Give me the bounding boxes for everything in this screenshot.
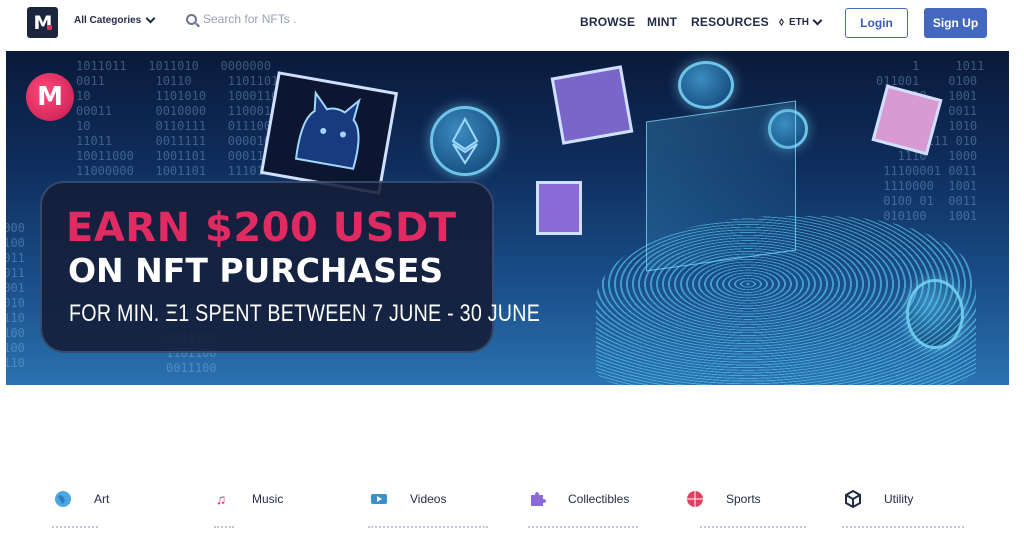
login-button[interactable]: Login xyxy=(845,8,908,38)
signup-button[interactable]: Sign Up xyxy=(924,8,987,38)
logo-letter: M xyxy=(33,11,53,34)
currency-label: ETH xyxy=(788,17,809,28)
category-label: Sports xyxy=(726,492,761,506)
category-label: Collectibles xyxy=(568,492,630,506)
top-header: M All Categories BROWSE MINT RESOURCES ⬨… xyxy=(0,0,1024,46)
category-music[interactable]: ♫ Music xyxy=(212,490,284,508)
video-icon xyxy=(370,490,388,508)
chevron-down-icon xyxy=(812,15,823,26)
loading-placeholder xyxy=(700,524,806,528)
ethereum-icon: ⬨ xyxy=(779,16,784,28)
promo-subheadline: ON NFT PURCHASES xyxy=(68,251,444,290)
wireframe-hand-illustration xyxy=(596,216,976,385)
site-logo[interactable]: M xyxy=(27,7,58,38)
binary-pattern: 1011011 1011010 0000000 0011 10110 11011… xyxy=(76,59,279,178)
nft-avatar-card xyxy=(550,65,634,145)
nft-avatar-card xyxy=(536,181,582,235)
search-input[interactable] xyxy=(203,12,383,26)
music-note-icon: ♫ xyxy=(215,491,227,507)
floating-coin xyxy=(678,61,734,109)
puzzle-icon xyxy=(528,490,546,508)
cat-illustration xyxy=(294,90,361,170)
loading-placeholder xyxy=(368,524,488,528)
category-collectibles[interactable]: Collectibles xyxy=(528,490,629,508)
search-icon xyxy=(186,13,197,25)
promo-headline: EARN $200 USDT xyxy=(66,205,457,251)
ethereum-icon xyxy=(451,116,479,165)
category-art[interactable]: Art xyxy=(54,490,109,508)
globe-icon xyxy=(54,490,72,508)
category-label: Utility xyxy=(884,492,914,506)
banner-logo: M xyxy=(26,73,74,121)
all-categories-label: All Categories xyxy=(74,15,142,26)
category-sports[interactable]: Sports xyxy=(686,490,761,508)
category-row: Art ♫ Music Videos Collectibles Sports U… xyxy=(0,490,1024,520)
all-categories-dropdown[interactable]: All Categories xyxy=(74,13,156,26)
category-utility[interactable]: Utility xyxy=(844,490,913,508)
category-videos[interactable]: Videos xyxy=(370,490,446,508)
loading-placeholder xyxy=(214,524,234,528)
cube-icon xyxy=(844,490,862,508)
currency-dropdown[interactable]: ⬨ ETH xyxy=(779,15,823,29)
category-label: Art xyxy=(94,492,110,506)
nav-mint[interactable]: MINT xyxy=(647,15,677,29)
loading-placeholder xyxy=(52,524,98,528)
binary-pattern: 1000 0100 1011 0011 1001 0010 0110 0100 … xyxy=(6,221,25,370)
promo-banner[interactable]: 1011011 1011010 0000000 0011 10110 11011… xyxy=(6,51,1009,385)
logo-dot xyxy=(47,25,52,30)
promo-terms: FOR MIN. Ξ1 SPENT BETWEEN 7 JUNE - 30 JU… xyxy=(69,300,541,327)
search-bar[interactable] xyxy=(186,12,383,26)
nav-resources[interactable]: RESOURCES xyxy=(691,15,769,29)
basketball-icon xyxy=(686,490,704,508)
chevron-down-icon xyxy=(145,13,156,24)
category-label: Music xyxy=(252,492,284,506)
nft-cat-card xyxy=(259,71,399,195)
ethereum-coin xyxy=(430,106,500,176)
nav-browse[interactable]: BROWSE xyxy=(580,15,635,29)
loading-placeholder xyxy=(528,524,638,528)
category-label: Videos xyxy=(410,492,447,506)
loading-placeholder xyxy=(842,524,964,528)
